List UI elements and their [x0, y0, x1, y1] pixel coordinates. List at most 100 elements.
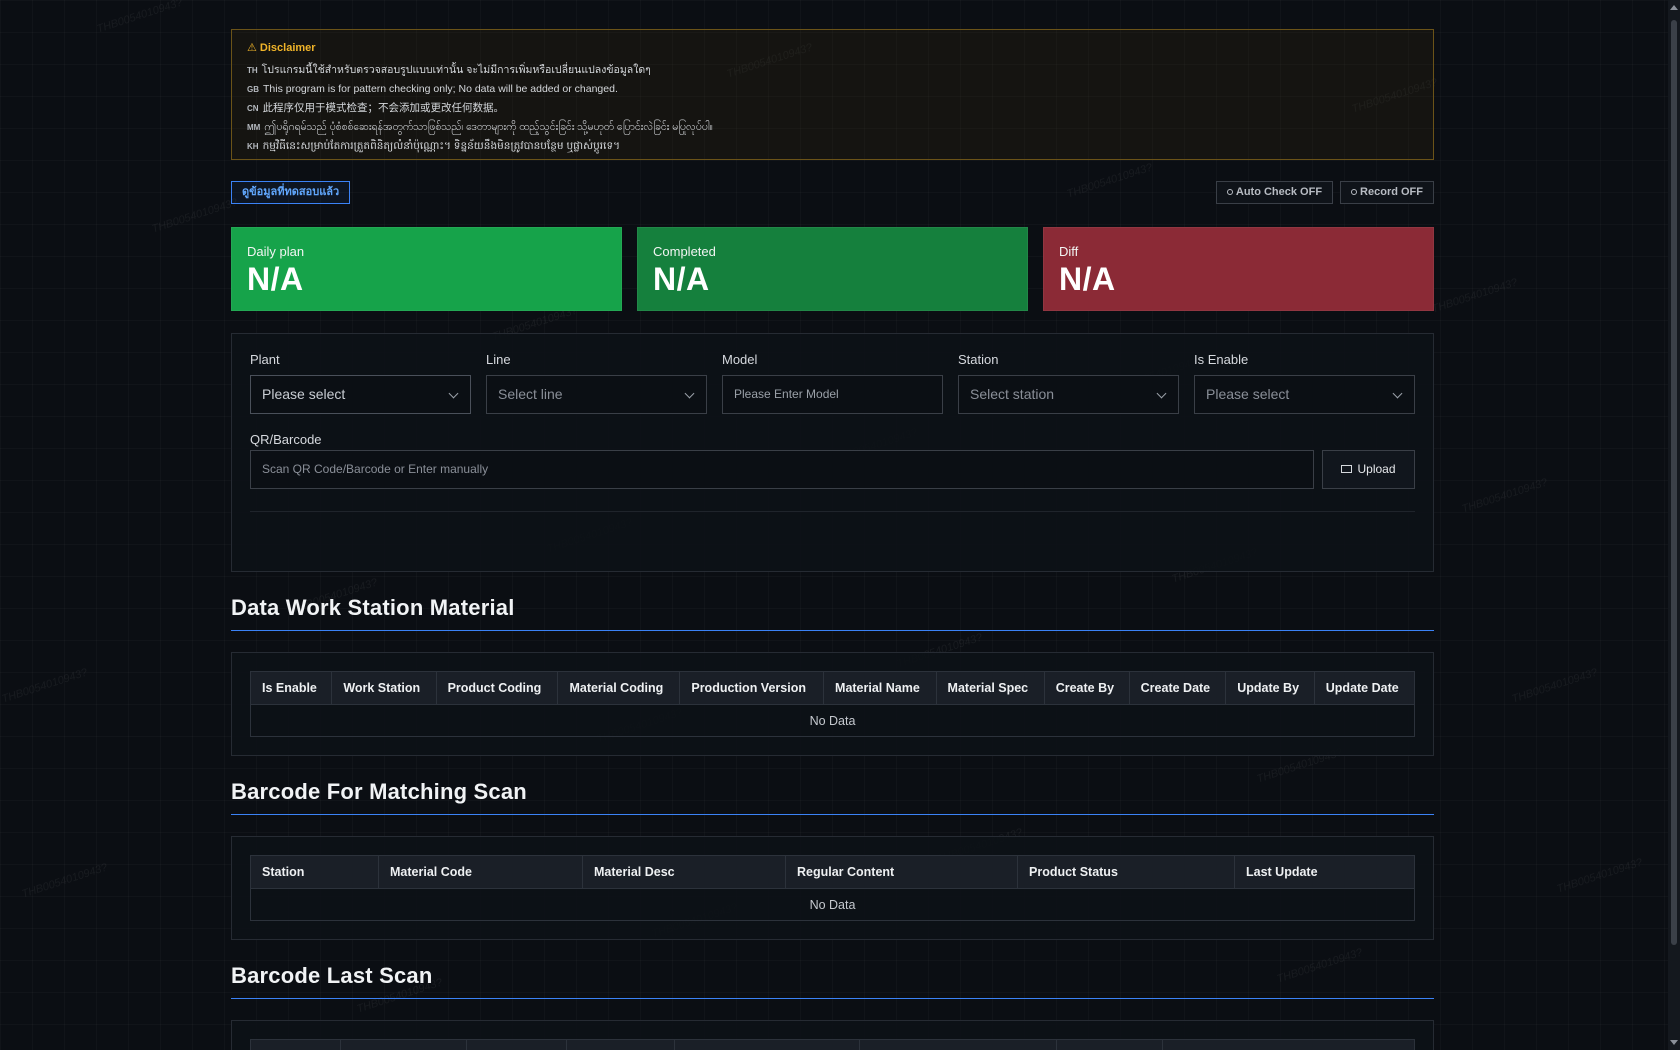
matching-table-panel: Station Material Code Material Desc Regu…: [231, 836, 1434, 940]
is-enable-select[interactable]: Please select: [1194, 375, 1415, 414]
is-enable-label: Is Enable: [1194, 352, 1249, 367]
upload-icon: [1341, 465, 1353, 473]
upload-label: Upload: [1357, 462, 1396, 476]
header-cell: [675, 1040, 860, 1050]
col-material-desc[interactable]: Material Desc: [582, 855, 786, 889]
disclaimer-text-mm: ဤပရိုဂရမ်သည် ပုံစံစစ်ဆေးရန်အတွက်သာဖြစ်သည…: [264, 121, 713, 133]
divider: [250, 511, 1415, 512]
auto-check-toggle[interactable]: Auto Check OFF: [1215, 181, 1334, 204]
material-table-header: Is Enable Work Station Product Coding Ma…: [249, 671, 1416, 705]
disclaimer-text-kh: កម្មវិធីនេះសម្រាប់តែការត្រួតពិនិត្យលំនាំ…: [262, 140, 621, 152]
plant-field: Plant Please select: [250, 352, 471, 414]
col-product-status[interactable]: Product Status: [1017, 855, 1235, 889]
filter-row: Plant Please select Line Select line Mod…: [250, 352, 1415, 414]
lang-code-cn: CN: [247, 104, 259, 113]
col-update-by[interactable]: Update By: [1225, 671, 1315, 705]
disclaimer-line-gb: GB This program is for pattern checking o…: [247, 80, 1418, 99]
watermark-1: THB0054010943?: [95, 0, 184, 36]
record-toggle[interactable]: Record OFF: [1340, 181, 1434, 204]
header-cell: [341, 1040, 467, 1050]
stats-row: Daily plan N/A Completed N/A Diff N/A: [231, 227, 1434, 311]
filter-form: Plant Please select Line Select line Mod…: [231, 333, 1434, 572]
model-input[interactable]: Please Enter Model: [722, 375, 943, 414]
vertical-scrollbar[interactable]: [1668, 0, 1680, 1050]
scrollbar-thumb[interactable]: [1671, 20, 1677, 945]
scroll-up-icon[interactable]: [1670, 5, 1678, 10]
last-scan-table-header: [250, 1039, 1415, 1050]
col-material-coding[interactable]: Material Coding: [557, 671, 681, 705]
qr-row: Scan QR Code/Barcode or Enter manually U…: [250, 450, 1415, 489]
col-material-name[interactable]: Material Name: [823, 671, 937, 705]
matching-table: Station Material Code Material Desc Regu…: [250, 855, 1415, 921]
watermark-15: THB0054010943?: [0, 666, 89, 706]
col-product-coding[interactable]: Product Coding: [435, 671, 559, 705]
view-tested-data-button[interactable]: ดูข้อมูลที่ทดสอบแล้ว: [231, 181, 351, 204]
lang-code-th: TH: [247, 66, 258, 75]
empty-row: No Data: [250, 704, 1415, 737]
col-update-date[interactable]: Update Date: [1313, 671, 1416, 705]
no-data-cell: No Data: [250, 704, 1415, 737]
header-cell: [467, 1040, 567, 1050]
main-content: ⚠ Disclaimer TH โปรแกรมนี้ใช้สำหรับตรวจสอ…: [231, 29, 1434, 1050]
scroll-down-icon[interactable]: [1670, 1040, 1678, 1045]
disclaimer-title: ⚠ Disclaimer: [247, 42, 316, 54]
watermark-4: THB0054010943?: [150, 196, 239, 236]
header-cell: [1163, 1040, 1414, 1050]
disclaimer-line-kh: KH កម្មវិធីនេះសម្រាប់តែការត្រួតពិនិត្យលំន…: [247, 137, 1418, 156]
lang-code-gb: GB: [247, 85, 259, 94]
header-cell: [567, 1040, 675, 1050]
col-material-code[interactable]: Material Code: [378, 855, 583, 889]
daily-plan-card: Daily plan N/A: [231, 227, 622, 311]
toggle-group: Auto Check OFF Record OFF: [1215, 181, 1434, 204]
col-create-date[interactable]: Create Date: [1128, 671, 1227, 705]
line-label: Line: [486, 352, 511, 367]
diff-card: Diff N/A: [1043, 227, 1434, 311]
watermark-21: THB0054010943?: [20, 861, 109, 901]
line-select-value: Select line: [498, 386, 563, 402]
last-scan-section-title: Barcode Last Scan: [231, 963, 433, 988]
header-cell: [860, 1040, 1057, 1050]
lang-code-mm: MM: [247, 123, 261, 132]
qr-barcode-input[interactable]: Scan QR Code/Barcode or Enter manually: [250, 450, 1314, 489]
completed-label: Completed: [653, 244, 716, 259]
chevron-down-icon: [1156, 388, 1167, 399]
col-create-by[interactable]: Create By: [1043, 671, 1130, 705]
matching-section-title: Barcode For Matching Scan: [231, 779, 527, 804]
plant-select[interactable]: Please select: [250, 375, 471, 414]
disclaimer-text-th: โปรแกรมนี้ใช้สำหรับตรวจสอบรูปแบบเท่านั้น…: [261, 64, 651, 76]
section-underline: [231, 630, 1434, 631]
col-production-version[interactable]: Production Version: [679, 671, 825, 705]
col-last-update[interactable]: Last Update: [1234, 855, 1415, 889]
col-is-enable[interactable]: Is Enable: [249, 671, 333, 705]
upload-button[interactable]: Upload: [1322, 450, 1415, 489]
disclaimer-line-th: TH โปรแกรมนี้ใช้สำหรับตรวจสอบรูปแบบเท่านั…: [247, 61, 1418, 80]
chevron-down-icon: [448, 388, 459, 399]
empty-row: No Data: [250, 888, 1415, 921]
header-cell: [251, 1040, 341, 1050]
diff-label: Diff: [1059, 244, 1079, 259]
completed-value: N/A: [653, 261, 710, 297]
col-station[interactable]: Station: [250, 855, 379, 889]
station-label: Station: [958, 352, 999, 367]
chevron-down-icon: [1392, 388, 1403, 399]
disclaimer-line-cn: CN 此程序仅用于模式检查；不会添加或更改任何数据。: [247, 99, 1418, 118]
col-work-station[interactable]: Work Station: [331, 671, 437, 705]
disclaimer-text-cn: 此程序仅用于模式检查；不会添加或更改任何数据。: [262, 102, 505, 114]
col-regular-content[interactable]: Regular Content: [785, 855, 1018, 889]
section-underline: [231, 998, 1434, 999]
line-field: Line Select line: [486, 352, 707, 414]
station-select[interactable]: Select station: [958, 375, 1179, 414]
daily-plan-value: N/A: [247, 261, 304, 297]
disclaimer-box: ⚠ Disclaimer TH โปรแกรมนี้ใช้สำหรับตรวจสอ…: [231, 29, 1434, 160]
material-table: Is Enable Work Station Product Coding Ma…: [249, 671, 1416, 737]
line-select[interactable]: Select line: [486, 375, 707, 414]
col-material-spec[interactable]: Material Spec: [935, 671, 1045, 705]
material-table-panel: Is Enable Work Station Product Coding Ma…: [231, 652, 1434, 756]
no-data-cell: No Data: [250, 888, 1415, 921]
auto-check-label: Auto Check OFF: [1235, 186, 1323, 198]
plant-label: Plant: [250, 352, 280, 367]
is-enable-select-value: Please select: [1206, 386, 1290, 402]
model-label: Model: [722, 352, 758, 367]
record-label: Record OFF: [1360, 186, 1423, 198]
status-dot-icon: [1351, 189, 1358, 195]
